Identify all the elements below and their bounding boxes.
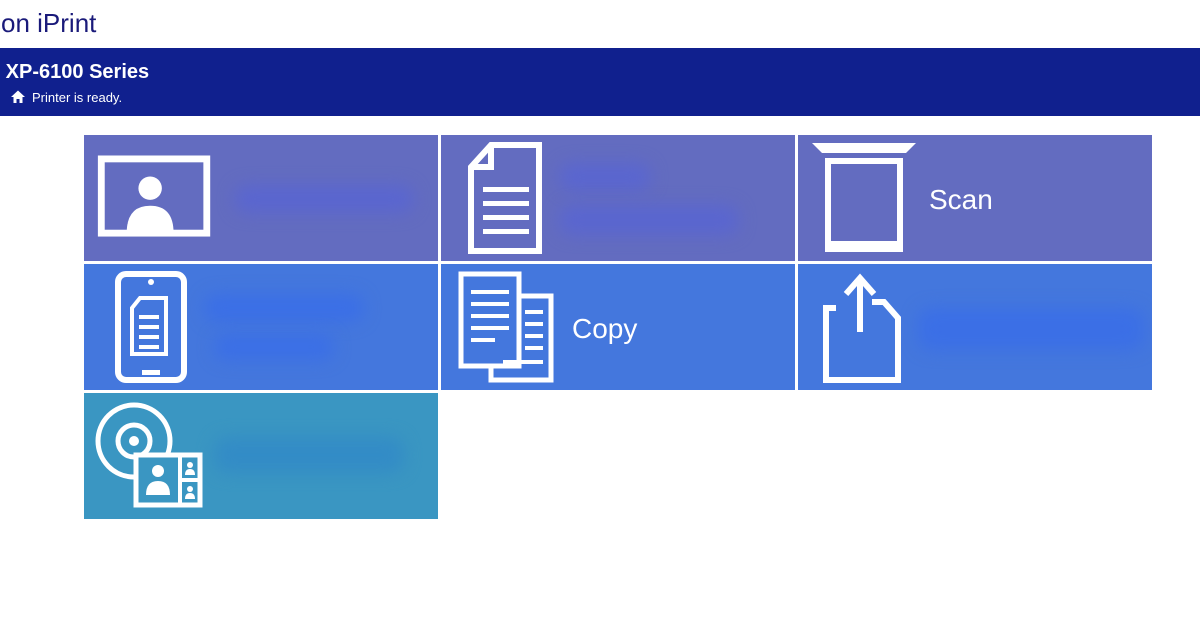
home-icon [11,90,25,103]
document-icon [468,142,542,254]
printer-name: e XP-6100 Series [0,61,150,83]
tile-cd-label[interactable] [84,393,438,519]
tile-tablet-document[interactable] [84,264,438,390]
tile-scan[interactable]: Scan [798,135,1152,261]
tablet-document-icon [115,271,187,383]
printer-header[interactable]: e XP-6100 Series Printer is ready. [0,48,1200,116]
tile-scan-label: Scan [929,184,993,215]
photo-icon [97,155,211,237]
tile-share-label [918,308,1144,350]
app-title: son iPrint [0,8,97,38]
copy-icon [458,271,554,383]
share-upload-icon [823,273,901,383]
tile-photo[interactable] [84,135,438,261]
tile-share[interactable] [798,264,1152,390]
tile-cd-label-label [214,437,404,473]
tile-photo-label [234,185,414,213]
printer-status-text: Printer is ready. [32,89,123,105]
tile-copy[interactable]: Copy [441,264,795,390]
printer-status: Printer is ready. [10,89,122,105]
scanner-icon [812,143,916,252]
cd-dvd-label-icon [95,402,203,508]
tile-document-label [559,163,651,191]
tile-tablet-document-label [204,294,364,322]
tile-copy-label: Copy [572,313,638,344]
tile-document[interactable] [441,135,795,261]
